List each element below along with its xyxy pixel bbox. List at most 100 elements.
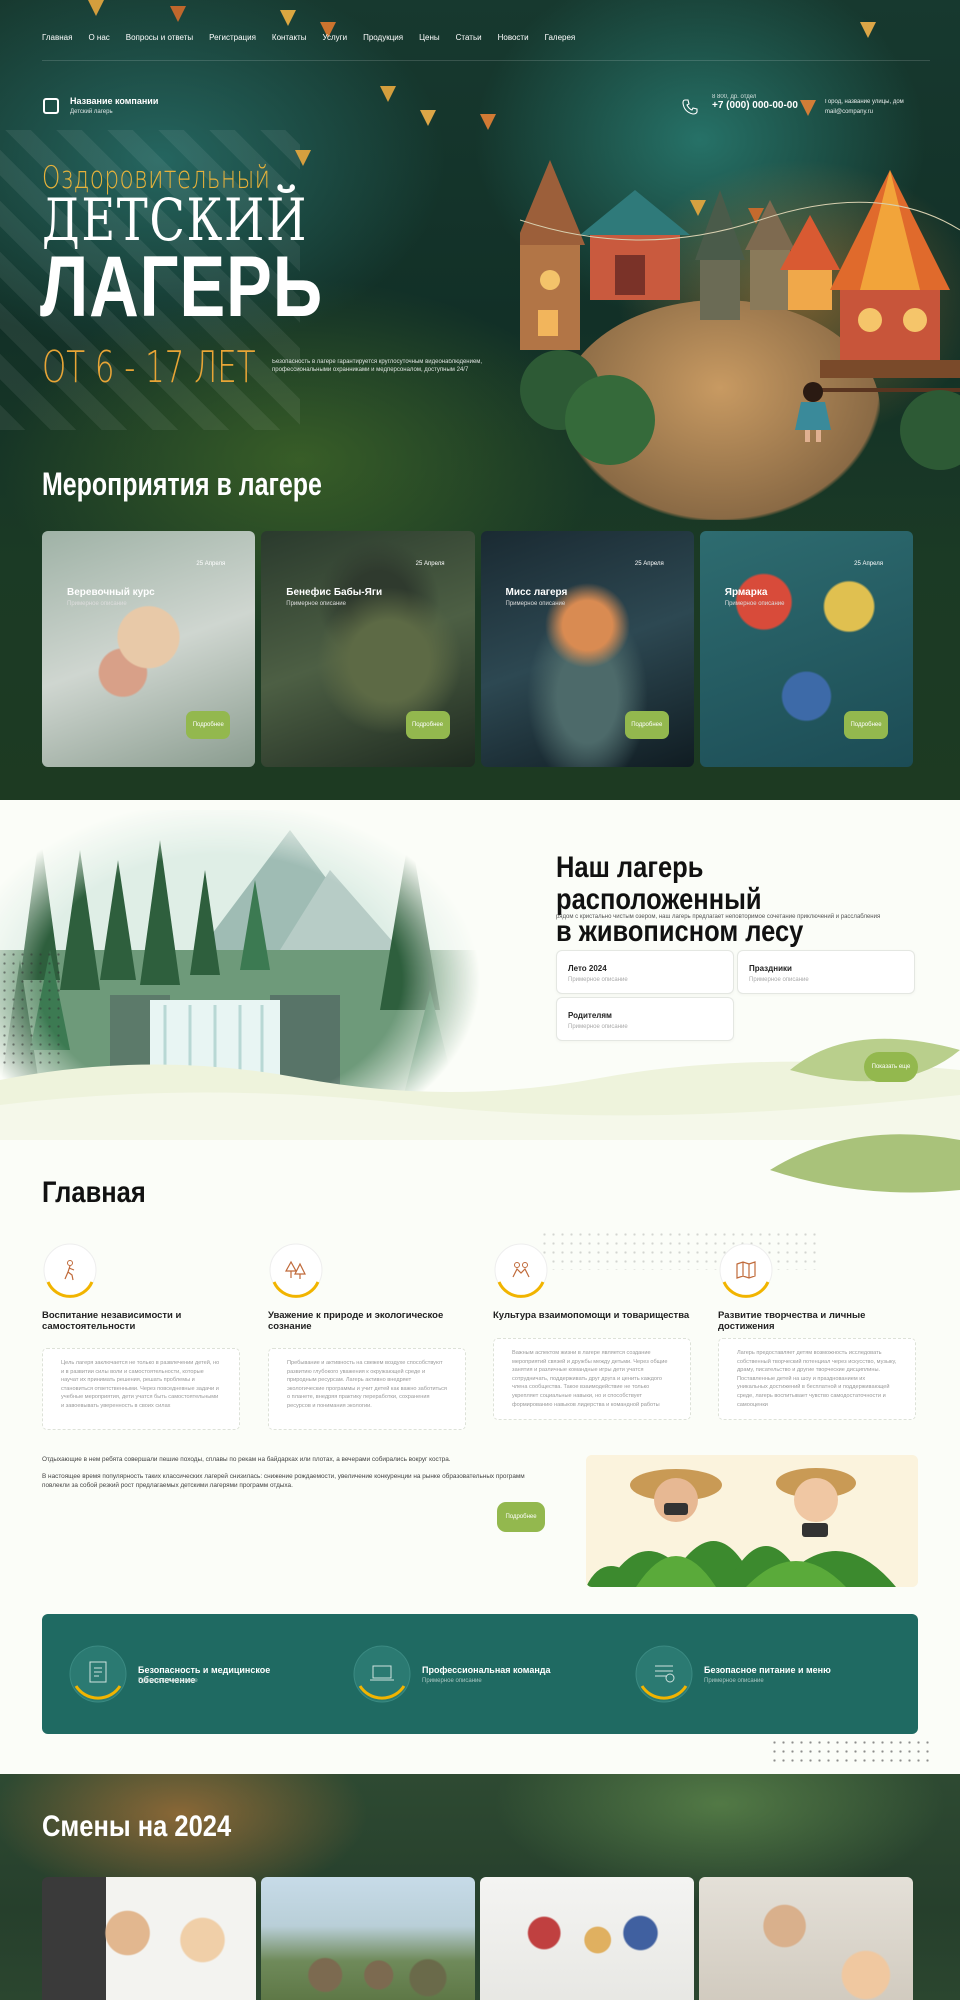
benefit-item: Профессиональная команда Примерное описа…	[352, 1644, 592, 1704]
shift-card[interactable]	[699, 1877, 913, 2000]
events-cards: 25 Апреля Веревочный курс Примерное опис…	[42, 531, 913, 767]
hero-section: Главная О нас Вопросы и ответы Регистрац…	[0, 0, 960, 800]
company-block[interactable]: Название компании Детский лагерь	[70, 96, 158, 115]
decor-dots	[540, 1230, 820, 1270]
feature-text: Цель лагеря заключается не только в разв…	[42, 1348, 240, 1430]
forest-title-line1: Наш лагерь расположенный	[556, 851, 762, 916]
menu-list-icon	[635, 1645, 693, 1703]
forest-link-box[interactable]: Родителям Примерное описание	[556, 997, 734, 1041]
show-more-button[interactable]: Показать еще	[864, 1052, 918, 1082]
forest-title: Наш лагерь расположенный в живописном ле…	[556, 852, 899, 948]
feature-text: Важным аспектом жизни в лагере является …	[493, 1338, 691, 1420]
hiker-icon	[42, 1242, 98, 1298]
forest-icon	[268, 1242, 324, 1298]
page: Главная О нас Вопросы и ответы Регистрац…	[0, 0, 960, 2000]
feature-text: Лагерь предоставляет детям возможность и…	[718, 1338, 916, 1420]
bunting-flag	[295, 150, 311, 166]
event-subtitle: Примерное описание	[286, 601, 346, 607]
benefit-subtitle: Примерное описание	[704, 1678, 764, 1684]
medical-doc-icon	[69, 1645, 127, 1703]
event-title: Мисс лагеря	[505, 587, 568, 598]
phone-block[interactable]: 8 800, др. отдел +7 (000) 000-00-00	[712, 94, 798, 111]
bunting-flag	[88, 0, 104, 16]
forest-box-subtitle: Примерное описание	[749, 977, 809, 983]
benefit-title: Профессиональная команда	[422, 1665, 551, 1675]
main-title: Главная	[42, 1176, 146, 1209]
nav-link-prices[interactable]: Цены	[419, 33, 440, 42]
benefit-item: Безопасность и медицинское обеспечение П…	[68, 1644, 308, 1704]
decor-dots	[770, 1738, 930, 1764]
logo-icon[interactable]	[43, 98, 59, 114]
event-title: Бенефис Бабы-Яги	[286, 587, 383, 598]
benefit-subtitle: Примерное описание	[138, 1678, 198, 1684]
forest-box-subtitle: Примерное описание	[568, 977, 628, 983]
more-button[interactable]: Подробнее	[497, 1502, 545, 1532]
shifts-section: Смены на 2024	[0, 1774, 960, 2000]
benefits-band: Безопасность и медицинское обеспечение П…	[42, 1614, 918, 1734]
event-date: 25 Апреля	[196, 561, 226, 567]
nav-link-faq[interactable]: Вопросы и ответы	[126, 33, 193, 42]
benefit-item: Безопасное питание и меню Примерное опис…	[634, 1644, 874, 1704]
shift-card[interactable]	[42, 1877, 256, 2000]
forest-section: Наш лагерь расположенный в живописном ле…	[0, 800, 960, 1140]
nav-link-home[interactable]: Главная	[42, 33, 72, 42]
feature-title: Уважение к природе и экологическое созна…	[268, 1310, 444, 1332]
bunting-flag	[170, 6, 186, 22]
kids-explorers-image	[586, 1455, 918, 1587]
hero-title-main: ЛАГЕРЬ	[40, 239, 323, 335]
teamwork-icon	[493, 1242, 549, 1298]
phone-icon	[682, 99, 698, 115]
bunting-flag	[280, 10, 296, 26]
event-date: 25 Апреля	[415, 561, 445, 567]
address: Город, название улицы, дом	[825, 99, 904, 105]
phone-label: 8 800, др. отдел	[712, 94, 757, 100]
phone-number: +7 (000) 000-00-00	[712, 100, 798, 111]
forest-link-box[interactable]: Праздники Примерное описание	[737, 950, 915, 994]
nav-divider	[42, 60, 930, 61]
event-card[interactable]: 25 Апреля Ярмарка Примерное описание Под…	[699, 531, 913, 767]
event-more-button[interactable]: Подробнее	[405, 711, 450, 739]
event-card[interactable]: 25 Апреля Мисс лагеря Примерное описание…	[480, 531, 694, 767]
event-card[interactable]: 25 Апреля Веревочный курс Примерное опис…	[42, 531, 256, 767]
hero-description: Безопасность в лагере гарантируется круг…	[272, 359, 483, 373]
bunting-flag	[860, 22, 876, 38]
main-paragraph-1: Отдыхающие в нем ребята совершали пешие …	[42, 1456, 451, 1463]
forest-box-title: Лето 2024	[568, 964, 607, 973]
nav-link-products[interactable]: Продукция	[363, 33, 403, 42]
event-subtitle: Примерное описание	[67, 601, 127, 607]
feature-title: Развитие творчества и личные достижения	[718, 1310, 866, 1332]
forest-box-subtitle: Примерное описание	[568, 1024, 628, 1030]
main-nav: Главная О нас Вопросы и ответы Регистрац…	[42, 33, 591, 42]
nav-link-news[interactable]: Новости	[498, 33, 529, 42]
event-more-button[interactable]: Подробнее	[844, 711, 888, 739]
nav-link-gallery[interactable]: Галерея	[545, 33, 576, 42]
nav-link-contacts[interactable]: Контакты	[272, 33, 307, 42]
shift-card[interactable]	[261, 1877, 475, 2000]
main-paragraph-2: В настоящее время популярность таких кла…	[42, 1473, 525, 1489]
village-illustration	[520, 160, 960, 470]
benefit-subtitle: Примерное описание	[422, 1678, 482, 1684]
shift-card[interactable]	[480, 1877, 694, 2000]
company-subtitle: Детский лагерь	[70, 109, 113, 115]
event-title: Веревочный курс	[67, 587, 155, 598]
forest-link-box[interactable]: Лето 2024 Примерное описание	[556, 950, 734, 994]
forest-description: рядом с кристально чистым озером, наш ла…	[556, 914, 881, 920]
nav-link-registration[interactable]: Регистрация	[209, 33, 256, 42]
company-name: Название компании	[70, 96, 159, 106]
forest-box-title: Праздники	[749, 964, 792, 973]
event-more-button[interactable]: Подробнее	[624, 711, 669, 739]
event-subtitle: Примерное описание	[724, 601, 785, 607]
event-title: Ярмарка	[724, 587, 768, 598]
event-date: 25 Апреля	[854, 561, 883, 567]
nav-link-services[interactable]: Услуги	[322, 33, 347, 42]
nav-link-articles[interactable]: Статьи	[456, 33, 482, 42]
shifts-title: Смены на 2024	[42, 1810, 232, 1843]
event-card[interactable]: 25 Апреля Бенефис Бабы-Яги Примерное опи…	[261, 531, 475, 767]
nav-link-about[interactable]: О нас	[88, 33, 109, 42]
bunting-flag	[800, 100, 816, 116]
forest-box-title: Родителям	[568, 1011, 612, 1020]
map-icon	[718, 1242, 774, 1298]
email[interactable]: mail@company.ru	[825, 107, 904, 117]
event-subtitle: Примерное описание	[505, 601, 566, 607]
event-more-button[interactable]: Подробнее	[186, 711, 231, 739]
